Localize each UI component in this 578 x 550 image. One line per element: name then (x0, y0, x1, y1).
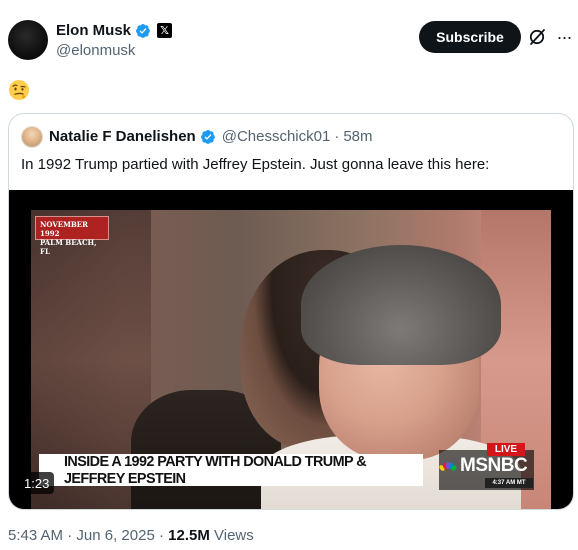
meta-separator: · (158, 527, 164, 544)
quoted-author-handle[interactable]: @Chesschick01 (222, 128, 331, 145)
quoted-author-row: Natalie F Danelishen @Chesschick01 · 58m (49, 128, 373, 145)
video-dateline-date: NOVEMBER 1992 (40, 220, 88, 238)
more-options-icon[interactable]: ··· (554, 27, 574, 47)
tweet-time[interactable]: 5:43 AM (8, 527, 63, 544)
views-label: Views (214, 527, 254, 544)
quoted-separator: · (334, 128, 340, 145)
quoted-author-name[interactable]: Natalie F Danelishen (49, 128, 196, 145)
peacock-icon (439, 462, 457, 471)
views-count[interactable]: 12.5M (168, 527, 210, 544)
video-dateline: NOVEMBER 1992 PALM BEACH, FL (35, 216, 109, 256)
video-headline: INSIDE A 1992 PARTY WITH DONALD TRUMP & … (39, 453, 423, 487)
raised-eyebrow-emoji-icon (9, 80, 29, 100)
quoted-text: In 1992 Trump partied with Jeffrey Epste… (21, 156, 490, 173)
avatar[interactable] (8, 20, 48, 60)
video-player[interactable]: NOVEMBER 1992 PALM BEACH, FL INSIDE A 19… (9, 190, 573, 509)
author-name[interactable]: Elon Musk (56, 22, 131, 39)
verified-badge-icon (136, 23, 150, 38)
x-affiliate-icon: 𝕏 (157, 23, 173, 38)
tweet-date[interactable]: Jun 6, 2025 (76, 527, 154, 544)
subscribe-button[interactable]: Subscribe (419, 21, 521, 53)
network-logo: MSNBC (439, 455, 528, 476)
tweet-meta: 5:43 AM · Jun 6, 2025 · 12.5M Views (8, 527, 254, 544)
quoted-verified-badge-icon (200, 129, 215, 144)
author-name-row: Elon Musk 𝕏 (56, 22, 173, 39)
quoted-tweet[interactable]: Natalie F Danelishen @Chesschick01 · 58m… (8, 113, 574, 510)
grok-icon[interactable] (527, 27, 547, 47)
video-duration: 1:23 (19, 472, 55, 494)
video-dateline-place: PALM BEACH, FL (40, 238, 97, 256)
broadcast-clock: 4:37 AM MT (485, 478, 533, 488)
author-handle[interactable]: @elonmusk (56, 42, 135, 59)
quoted-avatar[interactable] (21, 126, 43, 148)
network-name: MSNBC (460, 455, 528, 476)
meta-separator: · (67, 527, 73, 544)
quoted-timestamp[interactable]: 58m (343, 128, 372, 145)
